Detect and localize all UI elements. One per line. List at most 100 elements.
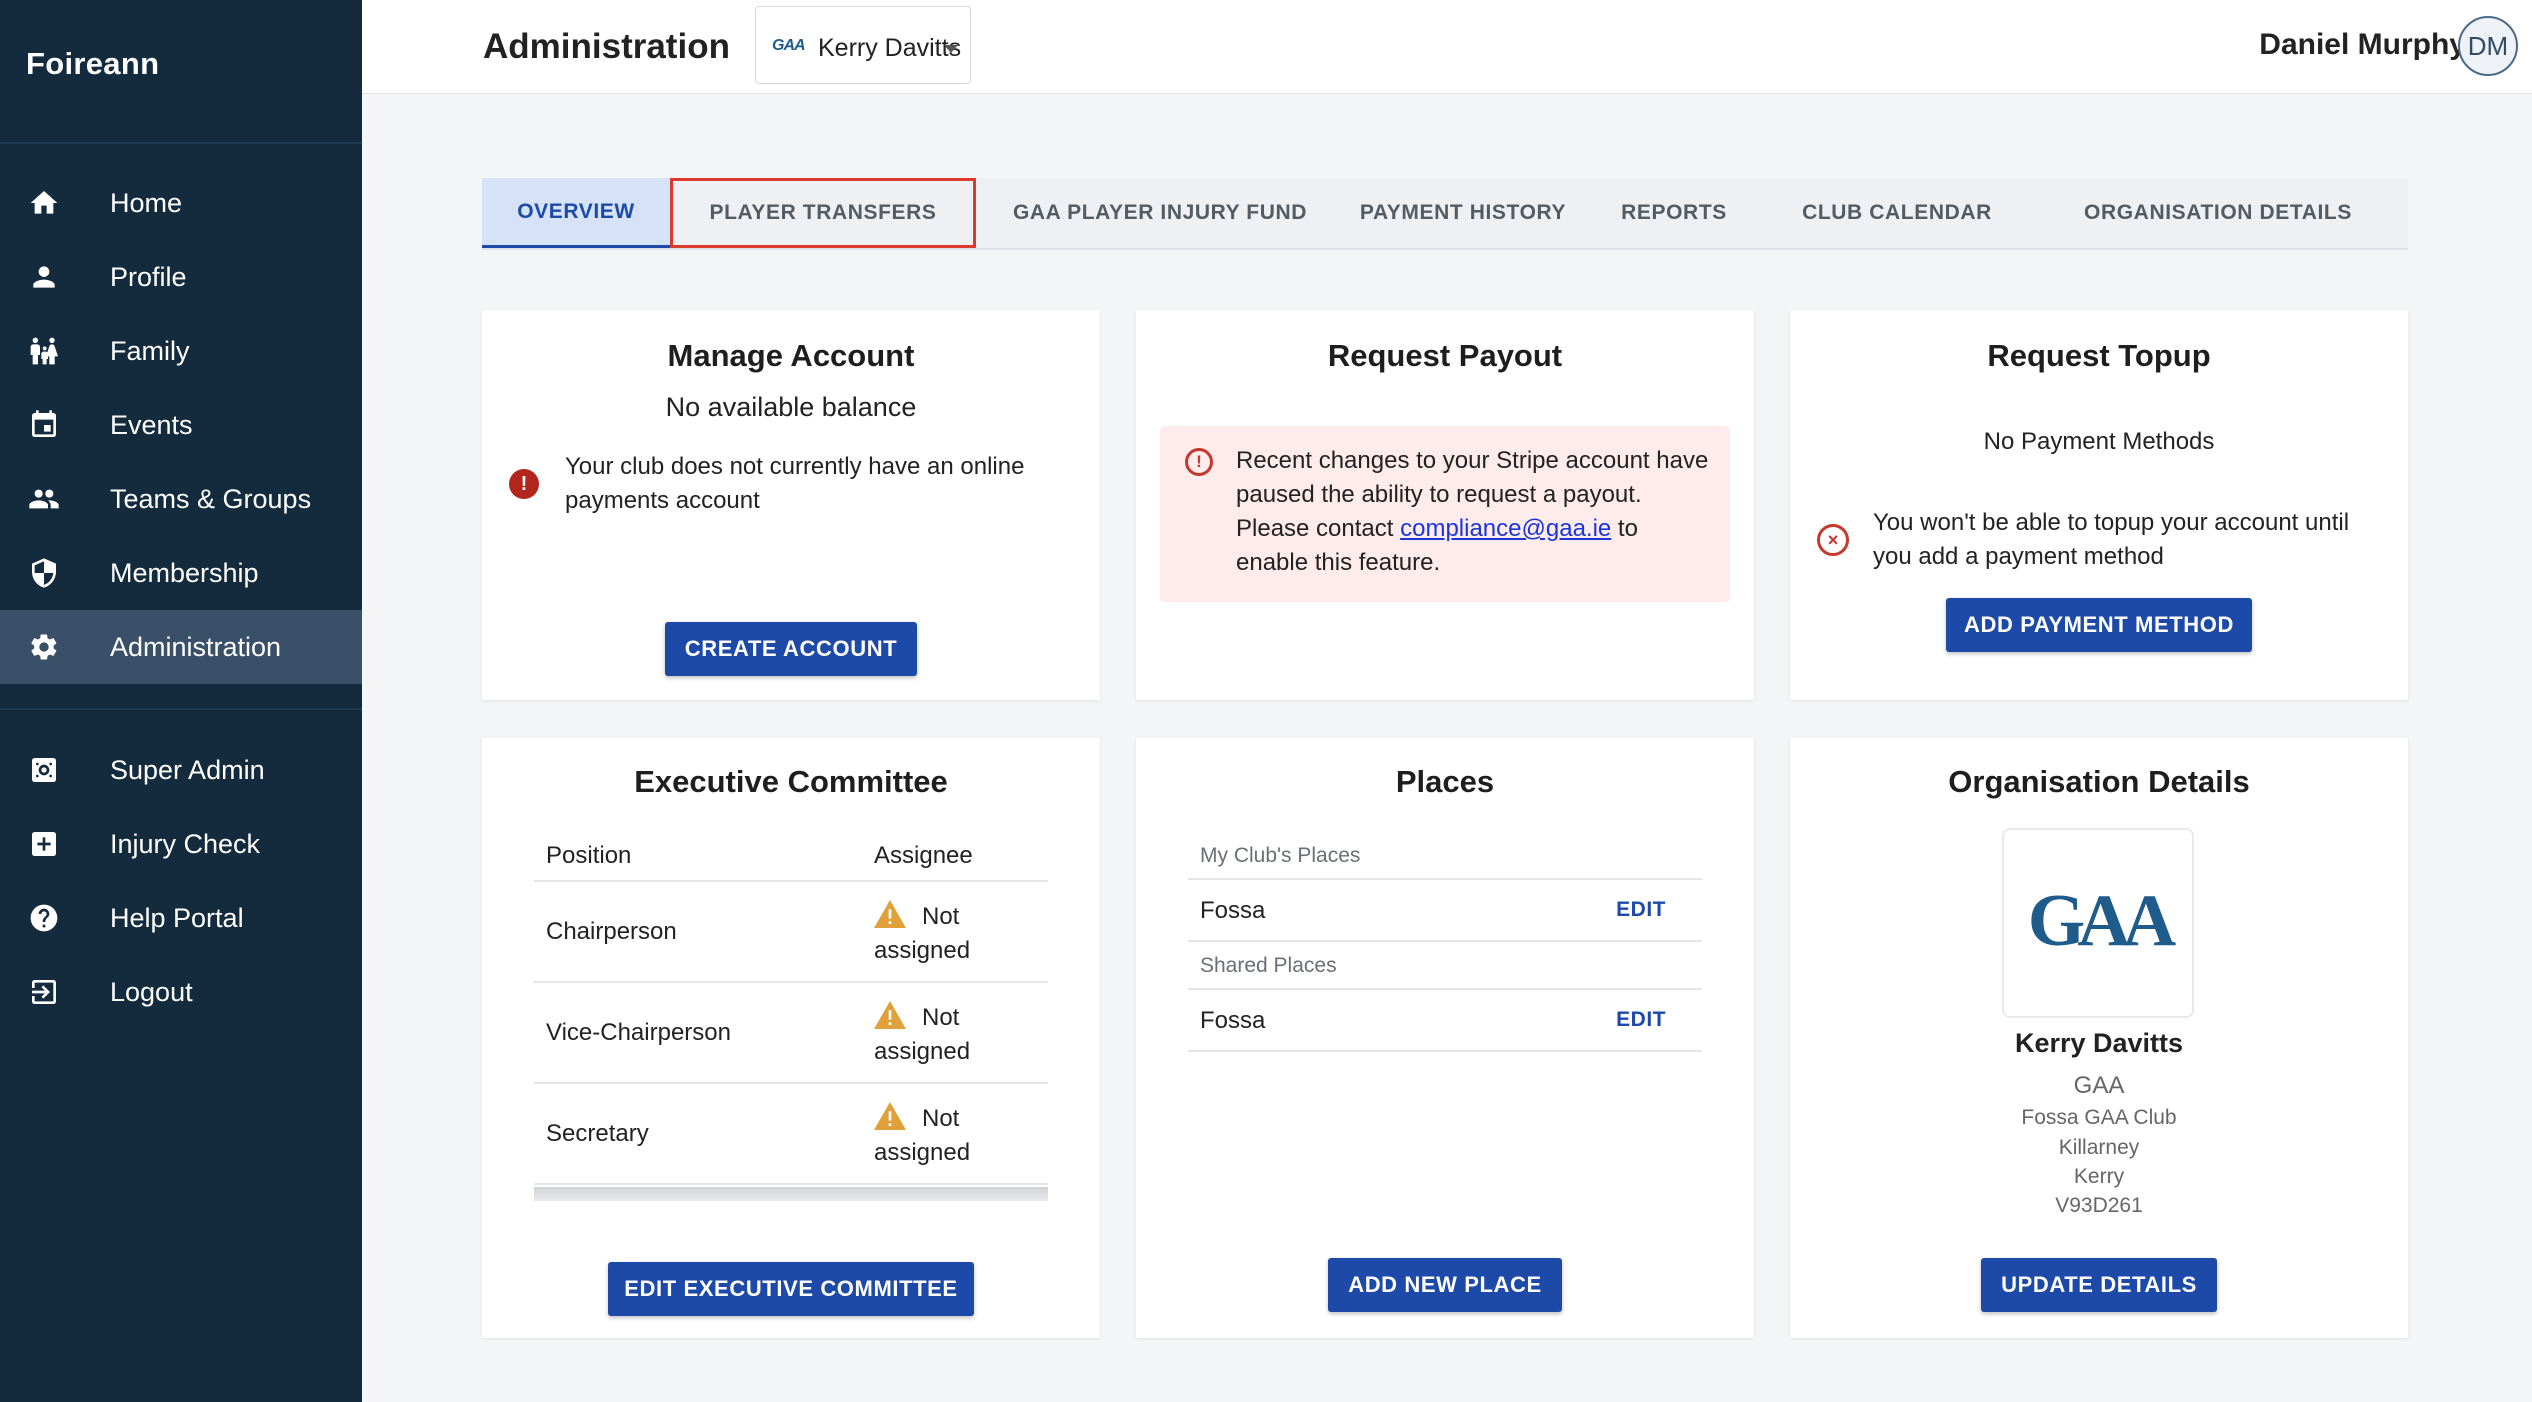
cancel-circle-icon: ×	[1817, 524, 1849, 556]
logout-icon	[26, 974, 62, 1010]
error-icon: !	[509, 469, 539, 499]
place-name: Fossa	[1200, 1007, 1266, 1034]
request-topup-card: Request Topup No Payment Methods × You w…	[1790, 310, 2408, 700]
card-title: Request Payout	[1327, 338, 1563, 373]
page-title: Administration	[483, 27, 730, 66]
create-account-button[interactable]: CREATE ACCOUNT	[665, 622, 917, 676]
organisation-club: Fossa GAA Club	[2021, 1106, 2177, 1129]
position-cell: Vice-Chairperson	[546, 1019, 731, 1046]
sidebar-nav: Home Profile Family Events Teams & Group…	[0, 166, 362, 684]
column-header-position: Position	[546, 842, 632, 869]
edit-place-button[interactable]: EDIT	[1616, 898, 1666, 922]
sidebar-item-label: Membership	[110, 557, 259, 588]
tab-gaa-player-injury-fund[interactable]: GAA PLAYER INJURY FUND	[976, 178, 1344, 248]
place-name: Fossa	[1200, 897, 1266, 924]
my-places-header: My Club's Places	[1200, 844, 1361, 867]
update-details-button[interactable]: UPDATE DETAILS	[1981, 1258, 2217, 1312]
card-title: Executive Committee	[634, 764, 948, 799]
organisation-selector-value: Kerry Davitts	[818, 34, 962, 62]
home-icon	[26, 185, 62, 221]
sidebar-item-home[interactable]: Home	[0, 166, 362, 240]
tab-payment-history[interactable]: PAYMENT HISTORY	[1344, 178, 1582, 248]
organisation-logo: GAA	[2002, 828, 2194, 1018]
table-row: Secretary Not assigned	[534, 1084, 1048, 1185]
app-brand: Foireann	[26, 46, 160, 81]
compliance-email-link[interactable]: compliance@gaa.ie	[1400, 515, 1611, 542]
table-row: Vice-Chairperson Not assigned	[534, 983, 1048, 1084]
sidebar-item-administration[interactable]: Administration	[0, 610, 362, 684]
section-header: My Club's Places	[1188, 832, 1702, 880]
places-card: Places My Club's Places Fossa EDIT Share…	[1136, 738, 1754, 1338]
sidebar-item-label: Family	[110, 335, 190, 366]
sidebar-divider	[0, 142, 362, 144]
position-cell: Chairperson	[546, 918, 677, 945]
sidebar-item-label: Profile	[110, 261, 187, 292]
organisation-eircode: V93D261	[2055, 1194, 2143, 1217]
executive-committee-card: Executive Committee Position Assignee Ch…	[482, 738, 1100, 1338]
sidebar-item-label: Events	[110, 409, 193, 440]
sidebar-item-label: Logout	[110, 976, 193, 1007]
sidebar-divider	[0, 708, 362, 710]
organisation-county: Kerry	[2073, 1165, 2125, 1188]
user-name[interactable]: Daniel Murphy	[2259, 28, 2466, 62]
top-bar: Administration GAA Kerry Davitts Daniel …	[362, 0, 2532, 94]
svg-text:GAA: GAA	[2028, 883, 2176, 962]
executive-committee-table: Position Assignee Chairperson Not assign…	[534, 832, 1048, 1201]
sidebar-item-label: Administration	[110, 631, 282, 662]
organisation-town: Killarney	[2058, 1136, 2140, 1159]
table-row: Chairperson Not assigned	[534, 882, 1048, 983]
organisation-selector[interactable]: GAA Kerry Davitts	[755, 6, 971, 84]
tab-bar: OVERVIEW PLAYER TRANSFERS GAA PLAYER INJ…	[482, 178, 2408, 250]
sidebar-item-injury-check[interactable]: Injury Check	[0, 807, 362, 881]
card-title: Request Topup	[1987, 338, 2211, 373]
sidebar: Foireann Home Profile Family Events Team…	[0, 0, 362, 1402]
person-icon	[26, 259, 62, 295]
sidebar-item-super-admin[interactable]: Super Admin	[0, 733, 362, 807]
family-icon	[26, 333, 62, 369]
shield-icon	[26, 555, 62, 591]
add-payment-method-button[interactable]: ADD PAYMENT METHOD	[1946, 598, 2252, 652]
card-title: Organisation Details	[1948, 764, 2250, 799]
account-message: Your club does not currently have an onl…	[565, 453, 1025, 514]
group-icon	[26, 481, 62, 517]
edit-executive-committee-button[interactable]: EDIT EXECUTIVE COMMITTEE	[608, 1262, 974, 1316]
column-header-assignee: Assignee	[874, 842, 973, 869]
add-new-place-button[interactable]: ADD NEW PLACE	[1328, 1258, 1562, 1312]
medical-plus-icon	[26, 826, 62, 862]
organisation-name: Kerry Davitts	[2014, 1028, 2184, 1058]
avatar[interactable]: DM	[2458, 16, 2518, 76]
gaa-logo-icon: GAA	[2028, 883, 2184, 962]
sidebar-item-family[interactable]: Family	[0, 314, 362, 388]
shared-places-header: Shared Places	[1200, 954, 1337, 977]
list-item: Fossa EDIT	[1188, 880, 1702, 942]
gear-icon	[26, 629, 62, 665]
sidebar-item-events[interactable]: Events	[0, 388, 362, 462]
tab-overview[interactable]: OVERVIEW	[482, 178, 670, 248]
organisation-details-card: Organisation Details GAA Kerry Davitts G…	[1790, 738, 2408, 1338]
sidebar-item-logout[interactable]: Logout	[0, 955, 362, 1029]
places-list: My Club's Places Fossa EDIT Shared Place…	[1188, 832, 1702, 1052]
edit-place-button[interactable]: EDIT	[1616, 1008, 1666, 1032]
assignee-cell: Not assigned	[874, 903, 971, 964]
sidebar-item-profile[interactable]: Profile	[0, 240, 362, 314]
gaa-logo-icon: GAA	[772, 37, 806, 54]
manage-account-card: Manage Account No available balance ! Yo…	[482, 310, 1100, 700]
tab-club-calendar[interactable]: CLUB CALENDAR	[1766, 178, 2028, 248]
calendar-icon	[26, 407, 62, 443]
sidebar-item-membership[interactable]: Membership	[0, 536, 362, 610]
sidebar-item-help-portal[interactable]: Help Portal	[0, 881, 362, 955]
help-icon	[26, 900, 62, 936]
horizontal-scrollbar[interactable]	[534, 1187, 1048, 1201]
tab-player-transfers[interactable]: PLAYER TRANSFERS	[670, 178, 976, 248]
request-payout-card: Request Payout ! Recent changes to your …	[1136, 310, 1754, 700]
tab-reports[interactable]: REPORTS	[1582, 178, 1766, 248]
balance-text: No available balance	[665, 392, 917, 422]
payout-alert-message: Recent changes to your Stripe account ha…	[1236, 444, 1716, 580]
sidebar-item-label: Super Admin	[110, 754, 265, 785]
error-outline-icon: !	[1185, 448, 1213, 476]
assignee-cell: Not assigned	[874, 1004, 971, 1065]
tab-organisation-details[interactable]: ORGANISATION DETAILS	[2028, 178, 2408, 248]
sidebar-item-teams-groups[interactable]: Teams & Groups	[0, 462, 362, 536]
payout-alert: ! Recent changes to your Stripe account …	[1160, 426, 1730, 602]
sidebar-item-label: Home	[110, 187, 183, 218]
